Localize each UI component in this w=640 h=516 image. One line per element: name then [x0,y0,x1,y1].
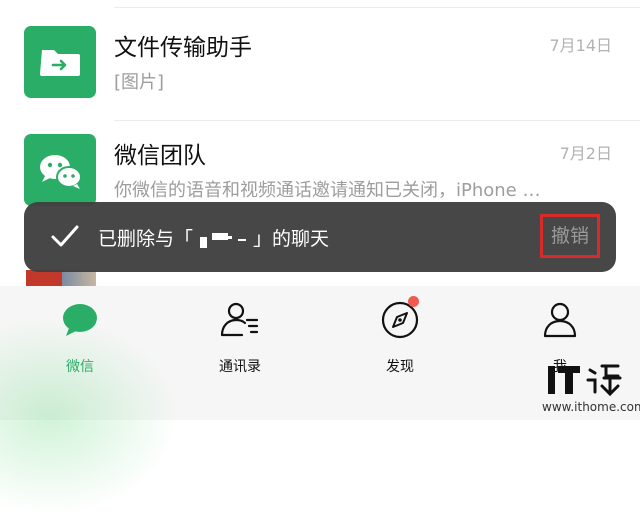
person-icon [543,302,577,338]
tab-label: 通讯录 [219,359,261,375]
chat-bubble-icon [63,304,97,336]
chat-item-file-transfer[interactable]: 文件传输助手 [图片] 7月14日 [0,12,640,121]
undo-button[interactable]: 撤销 [540,214,600,258]
chat-time: 7月14日 [549,36,612,55]
chat-time: 7月2日 [559,144,612,163]
toast-message-suffix: 」的聊天 [253,228,330,250]
contacts-icon [220,302,259,337]
wechat-bubbles-icon [40,155,82,189]
toast-message: 已删除与「 」的聊天 [98,224,329,251]
chat-preview: [图片] [114,72,165,93]
tab-discover[interactable]: 发现 [350,296,450,380]
chat-title: 文件传输助手 [114,35,252,61]
check-icon [51,225,79,247]
notification-dot [408,296,419,307]
tab-chats[interactable]: 微信 [30,300,130,380]
folder-arrow-icon [40,50,80,76]
ithome-logo [548,364,622,397]
redacted-contact-name [194,231,252,249]
top-divider [114,7,640,8]
chat-preview: 你微信的语音和视频通话邀请通知已关闭，iPhone … [114,180,541,201]
avatar-wechat-team [24,134,96,206]
chat-title: 微信团队 [114,143,206,169]
toast-message-prefix: 已删除与「 [98,228,194,250]
tab-contacts[interactable]: 通讯录 [190,300,290,380]
tab-label: 微信 [66,359,94,375]
watermark-url: www.ithome.com [542,400,640,414]
avatar-file-transfer [24,26,96,98]
deleted-chat-toast: 已删除与「 」的聊天 撤销 [24,202,616,272]
tab-label: 发现 [386,359,414,375]
